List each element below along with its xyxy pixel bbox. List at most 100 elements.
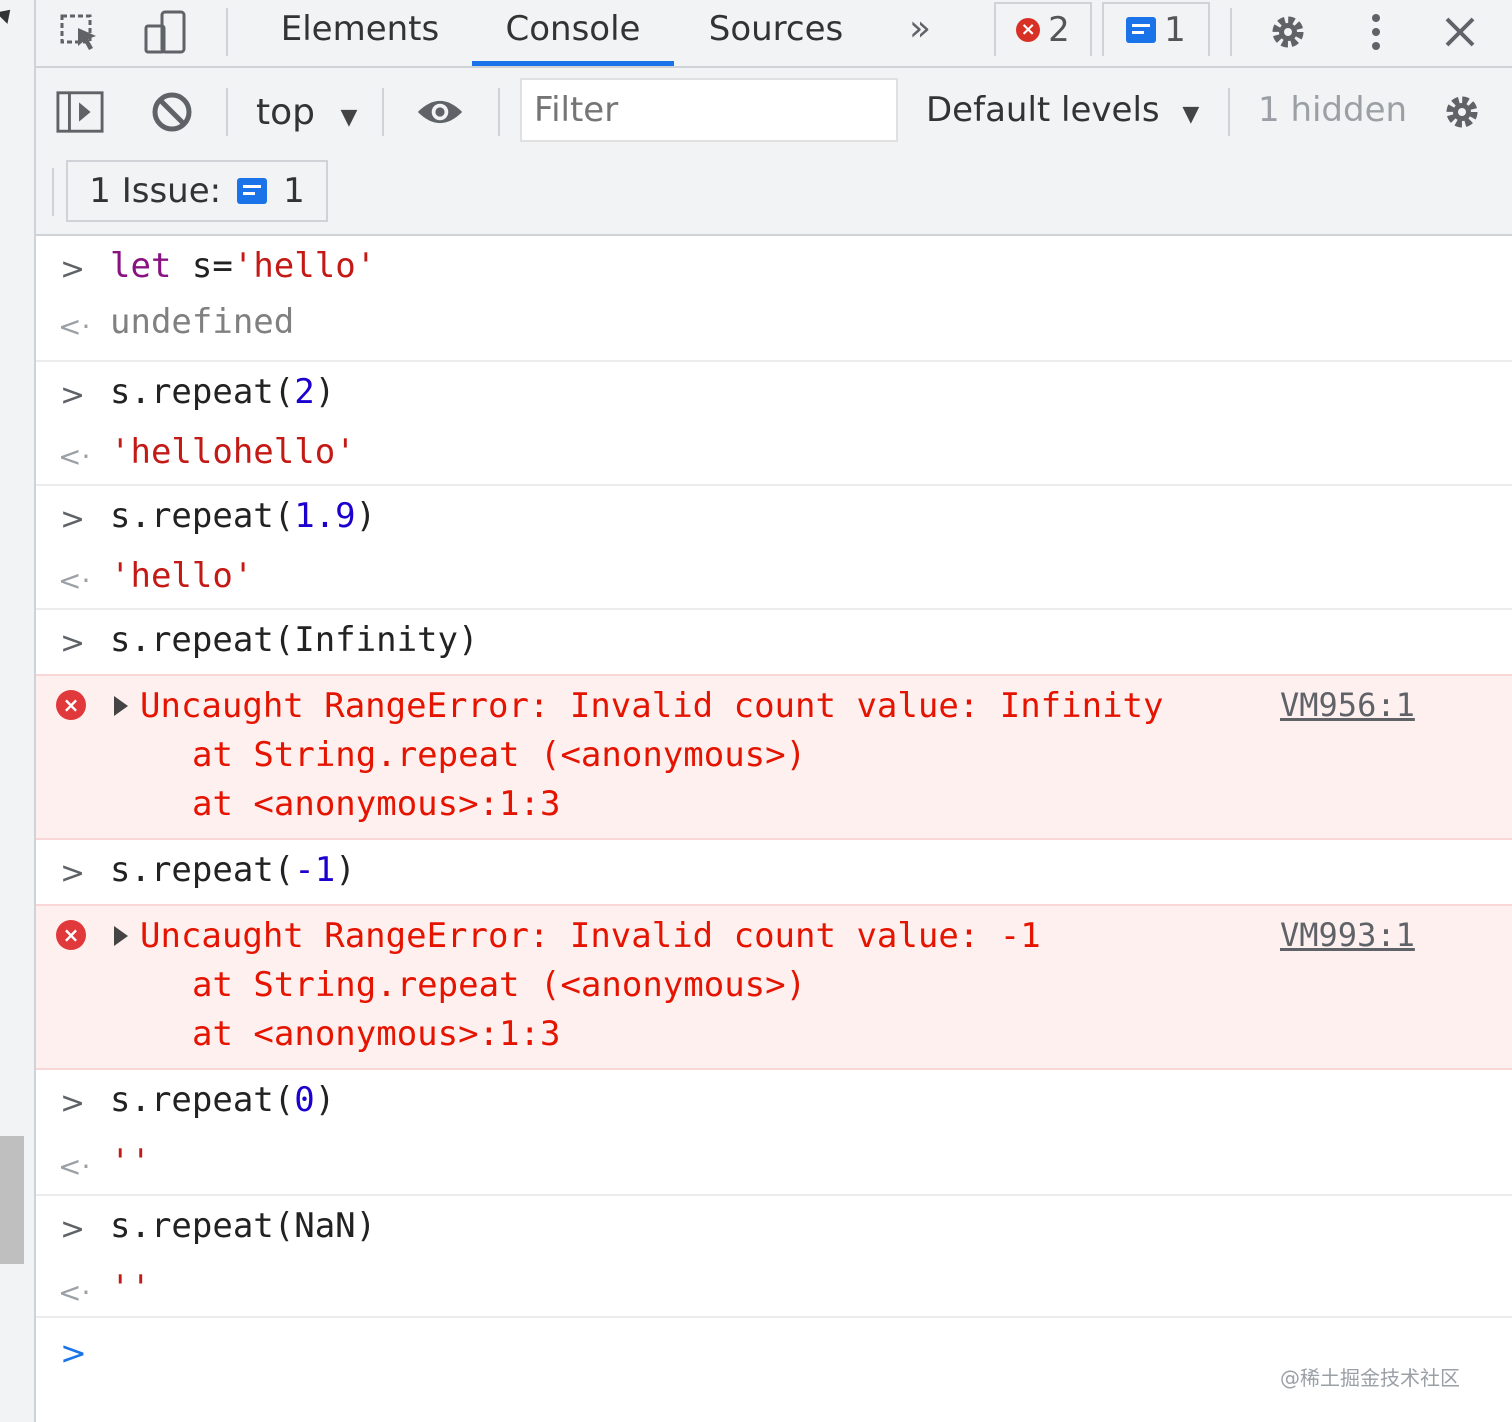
issues-button[interactable]: 1 Issue: 1 [66, 160, 328, 222]
input-line: > s.repeat(2) [36, 362, 1512, 422]
input-code[interactable]: s.repeat(1.9) [110, 496, 376, 536]
left-panel-strip [0, 0, 36, 1422]
sidebar-toggle-icon[interactable] [56, 90, 104, 134]
tab-elements[interactable]: Elements [276, 0, 444, 66]
message-count-badge[interactable]: 1 [1102, 2, 1210, 56]
prompt-chevron-icon: > [60, 1086, 86, 1121]
tab-label: Sources [708, 9, 844, 49]
devtools-panel: Elements Console Sources » × 2 1 top ▼ F… [36, 0, 1512, 1422]
input-code[interactable]: s.repeat(Infinity) [110, 620, 478, 660]
console-toolbar: top ▼ Default levels ▼ 1 hidden [36, 68, 1512, 160]
prompt-chevron-icon: > [60, 378, 86, 413]
kebab-menu-icon[interactable] [1352, 10, 1400, 54]
source-link[interactable]: VM993:1 [1280, 916, 1415, 954]
result-value: 'hello' [110, 556, 254, 596]
separator [226, 88, 228, 136]
inspect-element-icon[interactable] [56, 10, 104, 54]
console-entry: > let s='hello' <· undefined [36, 236, 1512, 362]
error-icon: × [1016, 18, 1041, 42]
result-line: <· '' [36, 1258, 1512, 1314]
separator [1228, 88, 1230, 136]
error-message: × Uncaught RangeError: Invalid count val… [36, 904, 1512, 1070]
return-arrow-icon: <· [58, 310, 91, 343]
separator [52, 168, 54, 216]
chevron-double-right-icon: » [908, 8, 932, 49]
message-icon [1126, 17, 1157, 43]
stack-line: at <anonymous>:1:3 [36, 784, 1512, 833]
error-line: × Uncaught RangeError: Invalid count val… [36, 916, 1512, 965]
dropdown-arrow-icon: ▼ [1182, 102, 1200, 127]
return-arrow-icon: <· [58, 440, 91, 473]
expand-triangle-icon[interactable] [114, 696, 128, 716]
input-code[interactable]: s.repeat(NaN) [110, 1206, 376, 1246]
input-code[interactable]: s.repeat(-1) [110, 850, 356, 890]
stack-line: at String.repeat (<anonymous>) [36, 965, 1512, 1014]
console-entry: > s.repeat(-1) [36, 840, 1512, 904]
prompt-chevron-icon: > [60, 856, 86, 891]
message-count: 1 [1164, 10, 1186, 50]
device-toolbar-icon[interactable] [142, 10, 190, 54]
input-line: > s.repeat(1.9) [36, 486, 1512, 546]
prompt-chevron-icon: > [60, 502, 86, 537]
tab-label: Console [505, 9, 641, 49]
console-entry: > s.repeat(NaN) <· '' [36, 1196, 1512, 1318]
console-entry: > s.repeat(Infinity) [36, 610, 1512, 674]
scrollbar-thumb[interactable] [0, 1136, 24, 1264]
filter-input[interactable] [520, 78, 898, 142]
levels-label: Default levels [926, 90, 1160, 130]
prompt-chevron-icon: > [60, 1334, 87, 1372]
input-code[interactable]: s.repeat(0) [110, 1080, 335, 1120]
tab-console[interactable]: Console [472, 0, 674, 66]
error-icon: × [56, 690, 86, 720]
console-settings-gear-icon[interactable] [1438, 90, 1486, 134]
prompt-chevron-icon: > [60, 626, 86, 661]
stack-line: at <anonymous>:1:3 [36, 1014, 1512, 1063]
clear-console-icon[interactable] [148, 90, 196, 134]
tab-sources[interactable]: Sources [704, 0, 848, 66]
console-entry: > s.repeat(0) <· '' [36, 1070, 1512, 1196]
console-entry: > s.repeat(1.9) <· 'hello' [36, 486, 1512, 610]
close-icon[interactable] [1436, 10, 1484, 54]
watermark: @稀土掘金技术社区 [1280, 1366, 1460, 1390]
error-count-badge[interactable]: × 2 [994, 2, 1092, 56]
input-line: > s.repeat(-1) [36, 840, 1512, 896]
more-tabs-button[interactable]: » [898, 0, 942, 66]
log-levels-dropdown[interactable]: Default levels ▼ [926, 90, 1199, 130]
separator [498, 88, 500, 136]
separator [1230, 8, 1232, 56]
result-line: <· '' [36, 1132, 1512, 1188]
prompt-chevron-icon: > [60, 1212, 86, 1247]
issue-message-icon [237, 178, 268, 204]
result-line: <· 'hello' [36, 546, 1512, 602]
stack-text: at String.repeat (<anonymous>) [192, 965, 807, 1005]
input-code[interactable]: s.repeat(2) [110, 372, 335, 412]
input-line: > s.repeat(Infinity) [36, 610, 1512, 666]
result-value: 'hellohello' [110, 432, 356, 472]
error-icon: × [56, 920, 86, 950]
stack-text: at <anonymous>:1:3 [192, 784, 561, 824]
error-line: × Uncaught RangeError: Invalid count val… [36, 686, 1512, 735]
dropdown-arrow-icon: ▼ [340, 105, 358, 130]
result-line: <· 'hellohello' [36, 422, 1512, 478]
error-message: × Uncaught RangeError: Invalid count val… [36, 674, 1512, 840]
issues-count: 1 [283, 171, 305, 211]
return-arrow-icon: <· [58, 1150, 91, 1183]
input-code[interactable]: let s='hello' [110, 246, 376, 286]
tab-label: Elements [280, 9, 440, 49]
return-arrow-icon: <· [58, 564, 91, 597]
console-messages: > let s='hello' <· undefined > s.repeat(… [36, 236, 1512, 1398]
console-entry: > s.repeat(2) <· 'hellohello' [36, 362, 1512, 486]
stack-line: at String.repeat (<anonymous>) [36, 735, 1512, 784]
result-line: <· undefined [36, 292, 1512, 348]
error-text: Uncaught RangeError: Invalid count value… [140, 686, 1164, 726]
gear-icon[interactable] [1264, 10, 1312, 54]
tab-bar: Elements Console Sources » × 2 1 [36, 0, 1512, 68]
context-selector[interactable]: top ▼ [256, 92, 357, 133]
stack-text: at <anonymous>:1:3 [192, 1014, 561, 1054]
source-link[interactable]: VM956:1 [1280, 686, 1415, 724]
stack-text: at String.repeat (<anonymous>) [192, 735, 807, 775]
expand-triangle-icon[interactable] [114, 926, 128, 946]
eye-icon[interactable] [416, 90, 464, 134]
separator [226, 8, 228, 56]
input-line: > s.repeat(0) [36, 1070, 1512, 1132]
